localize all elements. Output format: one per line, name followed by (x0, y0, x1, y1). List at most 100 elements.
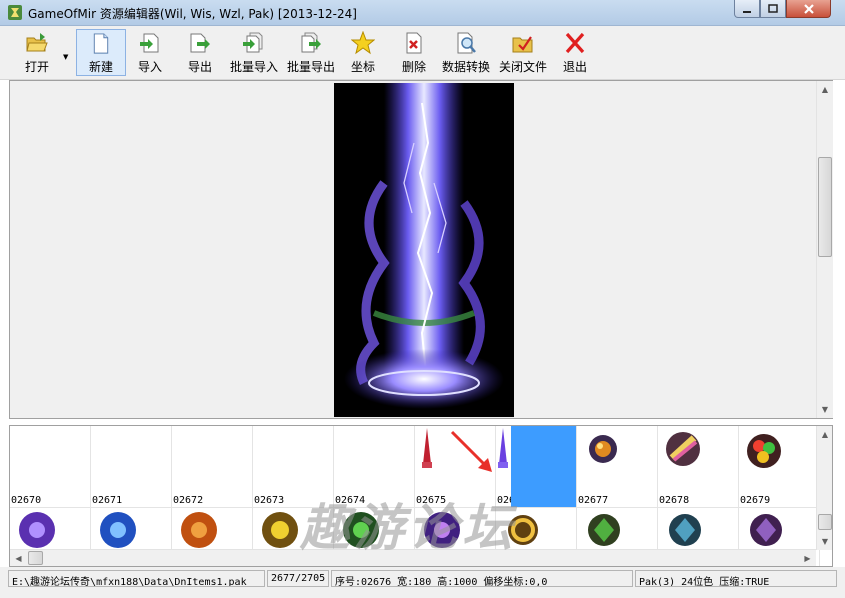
thumbnail-cell[interactable]: 02672 (172, 426, 253, 508)
red-spike-image (422, 428, 432, 468)
minimize-icon (743, 10, 751, 13)
thumbnail-cell[interactable]: 02671 (91, 426, 172, 508)
export-button-label: 导出 (187, 60, 212, 74)
scroll-down-icon[interactable]: ▼ (817, 401, 833, 418)
close-file-icon (512, 36, 533, 53)
import-button-label: 导入 (137, 60, 162, 74)
title-bar[interactable]: GameOfMir 资源编辑器(Wil, Wis, Wzl, Pak) [201… (0, 0, 845, 26)
exit-button[interactable]: 退出 (557, 29, 593, 76)
batch-import-button-label: 批量导入 (229, 60, 278, 74)
open-button[interactable]: 打开 (15, 29, 59, 76)
window-title: GameOfMir 资源编辑器(Wil, Wis, Wzl, Pak) [201… (28, 7, 357, 21)
lightning-pillar-effect (344, 83, 504, 409)
scroll-right-icon[interactable]: ▶ (799, 550, 816, 567)
scroll-down-icon[interactable]: ▼ (817, 533, 832, 550)
toolbar: 打开 ▼ 新建 导入 导出 批量导入 批量导出 坐标 删除 数据转换 关闭文件 … (0, 26, 845, 80)
export-icon (190, 33, 210, 53)
maximize-icon (768, 3, 778, 13)
maximize-button[interactable] (760, 0, 786, 18)
image-viewer[interactable]: ▲ ▼ (9, 80, 833, 419)
gold-ring-image (508, 515, 538, 545)
thumbnail-label: 02677 (578, 495, 609, 506)
purple-gem-image (750, 514, 782, 546)
thumbnail-scroll-thumb[interactable] (818, 514, 832, 530)
thumbnail-label: 02674 (335, 495, 366, 506)
open-button-label: 打开 (24, 60, 49, 74)
convert-button-label: 数据转换 (441, 60, 490, 74)
import-icon (140, 33, 159, 53)
open-dropdown-icon[interactable]: ▼ (63, 53, 68, 61)
blue-orb-image (100, 512, 136, 548)
close-file-button-label: 关闭文件 (498, 60, 547, 74)
status-file-path: E:\趣游论坛传奇\mfxn188\Data\DnItems1.pak (8, 570, 265, 587)
viewer-vertical-scrollbar[interactable]: ▲ ▼ (816, 81, 833, 418)
new-button-label: 新建 (88, 60, 113, 74)
green-orb-image (343, 512, 379, 548)
status-image-info: 序号:02676 宽:180 高:1000 偏移坐标:0,0 (331, 570, 633, 587)
convert-button[interactable]: 数据转换 (439, 29, 493, 76)
star-icon (351, 31, 375, 55)
scroll-up-icon[interactable]: ▲ (817, 426, 832, 443)
coordinate-button-label: 坐标 (350, 60, 375, 74)
purple-orb-image (19, 512, 55, 548)
teal-gem-image (669, 514, 701, 546)
scroll-up-icon[interactable]: ▲ (817, 81, 833, 98)
status-index: 2677/2705 (267, 570, 329, 587)
close-icon (803, 3, 814, 14)
selected-thumbnail-cell[interactable] (511, 426, 577, 508)
convert-icon (457, 32, 476, 54)
close-file-button[interactable]: 关闭文件 (496, 29, 550, 76)
violet-orb-image (424, 512, 460, 548)
batch-import-button[interactable]: 批量导入 (227, 29, 281, 76)
thumbnail-cell[interactable]: 02676 (496, 426, 527, 508)
thumbnail-label: 02678 (659, 495, 690, 506)
exit-button-label: 退出 (562, 60, 587, 74)
import-button[interactable]: 导入 (132, 29, 168, 76)
delete-button-label: 删除 (401, 60, 426, 74)
thumbnail-cell[interactable]: 02679 (739, 426, 820, 508)
thumbnail-cell[interactable]: 02673 (253, 426, 334, 508)
thumbnail-label: 02675 (416, 495, 447, 506)
thumbnail-vertical-scrollbar[interactable]: ▲ ▼ (816, 426, 832, 550)
thumbnail-label: 02679 (740, 495, 771, 506)
scroll-left-icon[interactable]: ◀ (10, 550, 27, 567)
folder-open-icon (26, 33, 48, 52)
colorful-orb-image (747, 434, 781, 468)
app-icon (8, 5, 22, 20)
preview-image (334, 83, 514, 417)
new-file-icon (93, 33, 109, 54)
new-button[interactable]: 新建 (76, 29, 126, 76)
coordinate-button[interactable]: 坐标 (345, 29, 381, 76)
delete-button[interactable]: 删除 (396, 29, 432, 76)
horizontal-scroll-thumb[interactable] (28, 551, 43, 565)
gold-orb-image (262, 512, 298, 548)
thumbnail-cell[interactable]: 02674 (334, 426, 415, 508)
thumbnail-label: 02671 (92, 495, 123, 506)
batch-import-icon (243, 32, 263, 53)
thumbnail-grid[interactable]: 02670 02671 02672 02673 02674 02675 0267… (9, 425, 833, 567)
export-button[interactable]: 导出 (182, 29, 218, 76)
thumbnail-cell[interactable]: 02677 (577, 426, 658, 508)
fire-orb-image (589, 435, 617, 463)
purple-spike-image (498, 428, 508, 468)
delete-icon (406, 32, 422, 54)
thumbnail-label: 02673 (254, 495, 285, 506)
rainbow-orb-image (666, 432, 700, 466)
batch-export-button-label: 批量导出 (286, 60, 335, 74)
thumbnail-label: 02670 (11, 495, 42, 506)
close-button[interactable] (786, 0, 831, 18)
orange-orb-image (181, 512, 217, 548)
thumbnail-cell[interactable]: 02678 (658, 426, 739, 508)
green-gem-image (588, 514, 620, 546)
batch-export-icon (301, 32, 321, 53)
thumbnail-label: 02672 (173, 495, 204, 506)
thumbnail-horizontal-scrollbar[interactable]: ◀ ▶ (10, 549, 816, 566)
minimize-button[interactable] (734, 0, 760, 18)
batch-export-button[interactable]: 批量导出 (284, 29, 338, 76)
exit-icon (565, 32, 585, 54)
thumbnail-cell[interactable]: 02670 (10, 426, 91, 508)
status-bar: E:\趣游论坛传奇\mfxn188\Data\DnItems1.pak 2677… (0, 567, 845, 598)
viewer-scroll-thumb[interactable] (818, 157, 832, 257)
status-format: Pak(3) 24位色 压缩:TRUE (635, 570, 837, 587)
red-arrow-icon (450, 430, 492, 472)
